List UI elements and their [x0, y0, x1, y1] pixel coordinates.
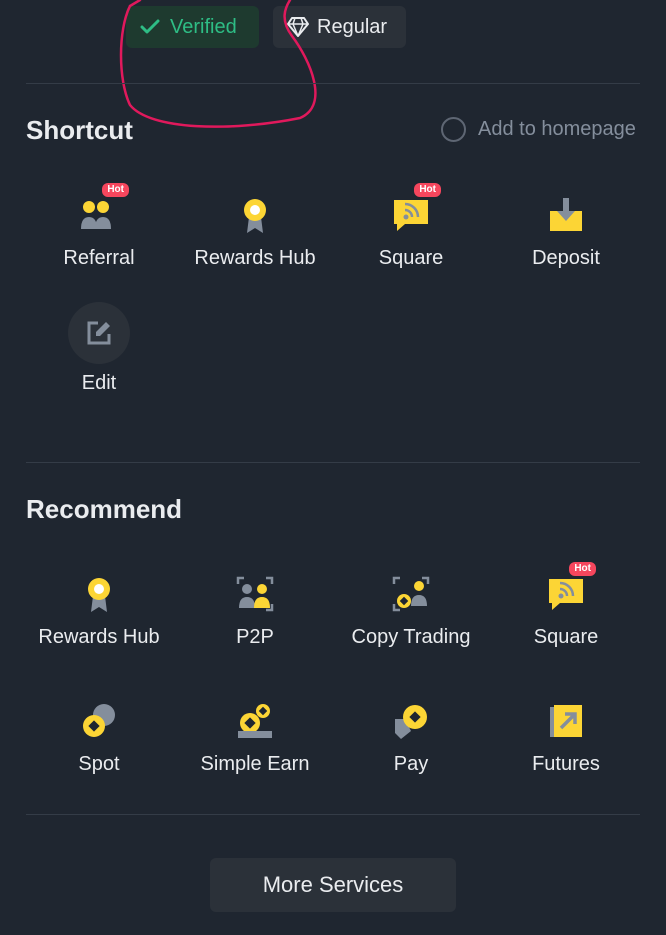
shortcut-referral[interactable]: Hot Referral — [19, 183, 179, 270]
recommend-rewards-hub[interactable]: Rewards Hub — [19, 572, 179, 649]
shortcut-edit[interactable]: Edit — [19, 302, 179, 395]
item-label: Pay — [393, 753, 429, 775]
rewards-hub-icon — [233, 193, 277, 237]
square-icon: Hot — [389, 183, 441, 237]
edit-icon — [68, 302, 130, 364]
divider — [26, 814, 640, 815]
pay-icon — [389, 699, 433, 743]
services-page: Verified Regular Shortcut Add to homepag… — [0, 0, 666, 935]
item-label: Copy Trading — [351, 626, 471, 648]
item-label: Simple Earn — [200, 753, 310, 775]
checkmark-icon — [140, 19, 160, 35]
copy-trading-icon — [389, 572, 433, 616]
account-badges: Verified Regular — [126, 6, 406, 48]
hot-badge: Hot — [414, 183, 441, 197]
shortcut-deposit[interactable]: Deposit — [486, 193, 646, 270]
deposit-icon — [544, 193, 588, 237]
item-label: P2P — [236, 626, 274, 648]
recommend-simple-earn[interactable]: Simple Earn — [175, 699, 335, 776]
regular-badge[interactable]: Regular — [273, 6, 406, 48]
hot-badge: Hot — [102, 183, 129, 197]
recommend-square[interactable]: Hot Square — [486, 562, 646, 649]
item-label: Deposit — [532, 247, 600, 269]
referral-icon: Hot — [77, 183, 129, 237]
spot-icon — [77, 699, 121, 743]
item-label: Referral — [63, 247, 135, 269]
item-label: Rewards Hub — [194, 247, 316, 269]
recommend-spot[interactable]: Spot — [19, 699, 179, 776]
add-to-homepage-label: Add to homepage — [478, 118, 636, 140]
futures-icon — [544, 699, 588, 743]
item-label: Rewards Hub — [38, 626, 160, 648]
shortcut-title: Shortcut — [26, 115, 133, 145]
square-icon: Hot — [544, 562, 596, 616]
shortcut-rewards-hub[interactable]: Rewards Hub — [175, 193, 335, 270]
p2p-icon — [233, 572, 277, 616]
shortcut-square[interactable]: Hot Square — [331, 183, 491, 270]
item-label: Edit — [81, 372, 117, 394]
add-to-homepage-toggle[interactable]: Add to homepage — [441, 117, 636, 142]
diamond-icon — [287, 17, 309, 37]
item-label: Square — [378, 247, 444, 269]
recommend-copy-trading[interactable]: Copy Trading — [331, 572, 491, 649]
hot-badge: Hot — [569, 562, 596, 576]
regular-label: Regular — [317, 15, 388, 38]
divider — [26, 462, 640, 463]
radio-icon[interactable] — [441, 117, 466, 142]
item-label: Futures — [532, 753, 600, 775]
recommend-pay[interactable]: Pay — [331, 699, 491, 776]
simple-earn-icon — [233, 699, 277, 743]
recommend-futures[interactable]: Futures — [486, 699, 646, 776]
rewards-hub-icon — [77, 572, 121, 616]
item-label: Spot — [78, 753, 120, 775]
verified-label: Verified — [170, 15, 237, 38]
recommend-title: Recommend — [26, 494, 183, 524]
divider — [26, 83, 640, 84]
more-services-button[interactable]: More Services — [210, 858, 456, 912]
verified-badge[interactable]: Verified — [126, 6, 259, 48]
item-label: Square — [533, 626, 599, 648]
recommend-p2p[interactable]: P2P — [175, 572, 335, 649]
